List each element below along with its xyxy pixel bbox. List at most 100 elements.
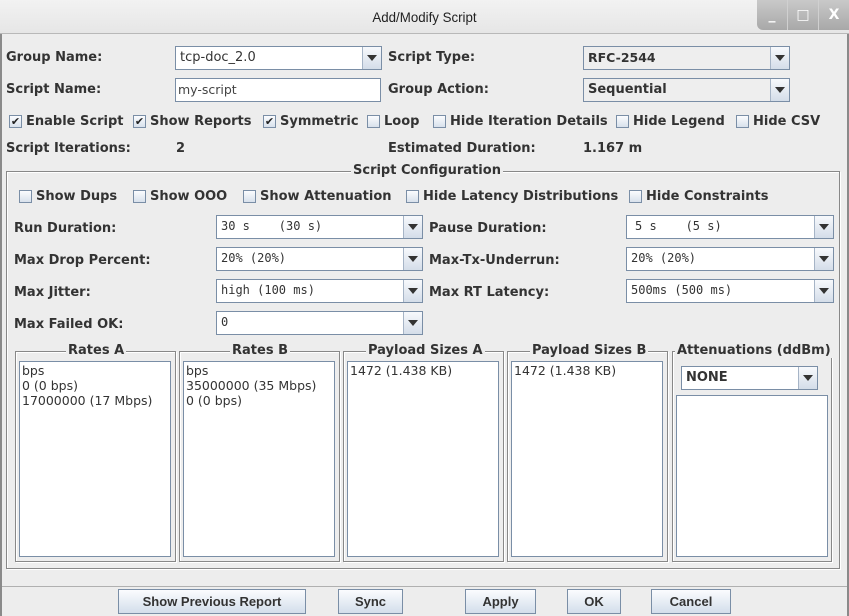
hide-csv-label: Hide CSV	[753, 114, 821, 129]
hide-csv-checkbox[interactable]: Hide CSV	[736, 114, 820, 129]
show-dups-label: Show Dups	[36, 189, 118, 204]
attenuations-list[interactable]	[676, 395, 828, 557]
run-duration-label: Run Duration:	[14, 221, 117, 236]
hide-latency-distributions-checkbox[interactable]: Hide Latency Distributions	[406, 189, 618, 204]
hide-legend-checkbox[interactable]: Hide Legend	[616, 114, 725, 129]
close-button[interactable]: X	[818, 0, 849, 30]
chevron-down-icon	[819, 256, 829, 262]
checkbox-box[interactable]	[133, 190, 146, 203]
checkbox-box[interactable]: ✔	[9, 115, 22, 128]
button-bar-divider	[2, 586, 847, 587]
rates-a-list[interactable]: bps 0 (0 bps) 17000000 (17 Mbps)	[19, 361, 171, 557]
show-ooo-checkbox[interactable]: Show OOO	[133, 189, 227, 204]
maximize-button[interactable]: □	[787, 0, 818, 30]
list-item[interactable]: bps	[186, 363, 332, 378]
loop-checkbox[interactable]: Loop	[367, 114, 419, 129]
show-attenuation-checkbox[interactable]: Show Attenuation	[243, 189, 392, 204]
script-type-combo[interactable]: RFC-2544	[583, 46, 790, 70]
max-tx-underrun-dropdown-button[interactable]	[814, 248, 833, 270]
list-item[interactable]: 1472 (1.438 KB)	[350, 363, 496, 378]
max-failed-ok-value[interactable]: 0	[217, 312, 403, 334]
pause-duration-combo[interactable]: 5 s (5 s)	[626, 215, 834, 239]
chevron-down-icon	[819, 224, 829, 230]
checkbox-box[interactable]	[243, 190, 256, 203]
enable-script-checkbox[interactable]: ✔ Enable Script	[9, 114, 123, 129]
list-item[interactable]: 35000000 (35 Mbps)	[186, 378, 332, 393]
payload-sizes-b-list[interactable]: 1472 (1.438 KB)	[511, 361, 663, 557]
chevron-down-icon	[803, 375, 813, 381]
run-duration-combo[interactable]: 30 s (30 s)	[216, 215, 423, 239]
payload-sizes-a-title: Payload Sizes A	[366, 343, 485, 358]
script-type-dropdown-button[interactable]	[770, 47, 789, 69]
estimated-duration-value: 1.167 m	[583, 141, 643, 156]
group-action-label: Group Action:	[388, 82, 489, 97]
pause-duration-value[interactable]: 5 s (5 s)	[627, 216, 814, 238]
cancel-button[interactable]: Cancel	[651, 589, 731, 614]
run-duration-dropdown-button[interactable]	[403, 216, 422, 238]
checkbox-box[interactable]	[616, 115, 629, 128]
checkbox-box[interactable]	[406, 190, 419, 203]
show-previous-report-button[interactable]: Show Previous Report	[118, 589, 306, 614]
symmetric-checkbox[interactable]: ✔ Symmetric	[263, 114, 359, 129]
window-controls: _ □ X	[757, 0, 849, 30]
list-item[interactable]: 17000000 (17 Mbps)	[22, 393, 168, 408]
checkbox-box[interactable]: ✔	[263, 115, 276, 128]
max-rt-latency-value[interactable]: 500ms (500 ms)	[627, 280, 814, 302]
title-bar: Add/Modify Script _ □ X	[0, 0, 849, 34]
sync-button[interactable]: Sync	[338, 589, 403, 614]
checkbox-box[interactable]	[629, 190, 642, 203]
checkbox-box[interactable]: ✔	[133, 115, 146, 128]
chevron-down-icon	[408, 224, 418, 230]
max-failed-ok-label: Max Failed OK:	[14, 317, 124, 332]
max-tx-underrun-value[interactable]: 20% (20%)	[627, 248, 814, 270]
list-item[interactable]: 0 (0 bps)	[22, 378, 168, 393]
max-rt-latency-combo[interactable]: 500ms (500 ms)	[626, 279, 834, 303]
max-failed-ok-dropdown-button[interactable]	[403, 312, 422, 334]
show-dups-checkbox[interactable]: Show Dups	[19, 189, 117, 204]
checkbox-box[interactable]	[19, 190, 32, 203]
max-drop-percent-dropdown-button[interactable]	[403, 248, 422, 270]
max-jitter-combo[interactable]: high (100 ms)	[216, 279, 423, 303]
max-jitter-value[interactable]: high (100 ms)	[217, 280, 403, 302]
max-jitter-dropdown-button[interactable]	[403, 280, 422, 302]
attenuations-dropdown-button[interactable]	[798, 367, 817, 389]
group-name-dropdown-button[interactable]	[362, 47, 381, 69]
group-action-combo[interactable]: Sequential	[583, 78, 790, 102]
group-name-combo[interactable]: tcp-doc_2.0	[175, 46, 382, 70]
payload-sizes-a-list[interactable]: 1472 (1.438 KB)	[347, 361, 499, 557]
list-item[interactable]: bps	[22, 363, 168, 378]
show-reports-checkbox[interactable]: ✔ Show Reports	[133, 114, 252, 129]
checkbox-box[interactable]	[736, 115, 749, 128]
hide-legend-label: Hide Legend	[633, 114, 725, 129]
max-drop-percent-combo[interactable]: 20% (20%)	[216, 247, 423, 271]
group-name-value[interactable]: tcp-doc_2.0	[176, 47, 362, 69]
check-icon: ✔	[10, 115, 21, 128]
script-type-label: Script Type:	[388, 50, 476, 65]
checkbox-box[interactable]	[367, 115, 380, 128]
group-action-dropdown-button[interactable]	[770, 79, 789, 101]
max-tx-underrun-label: Max-Tx-Underrun:	[429, 253, 560, 268]
max-tx-underrun-combo[interactable]: 20% (20%)	[626, 247, 834, 271]
max-rt-latency-dropdown-button[interactable]	[814, 280, 833, 302]
script-name-input[interactable]: my-script	[175, 78, 381, 102]
enable-script-label: Enable Script	[26, 114, 124, 129]
apply-button[interactable]: Apply	[465, 589, 536, 614]
pause-duration-dropdown-button[interactable]	[814, 216, 833, 238]
attenuations-combo[interactable]: NONE	[681, 366, 818, 390]
max-failed-ok-combo[interactable]: 0	[216, 311, 423, 335]
list-item[interactable]: 0 (0 bps)	[186, 393, 332, 408]
hide-constraints-checkbox[interactable]: Hide Constraints	[629, 189, 769, 204]
ok-button[interactable]: OK	[567, 589, 621, 614]
max-drop-percent-label: Max Drop Percent:	[14, 253, 151, 268]
run-duration-value[interactable]: 30 s (30 s)	[217, 216, 403, 238]
window-title: Add/Modify Script	[372, 9, 477, 25]
max-drop-percent-value[interactable]: 20% (20%)	[217, 248, 403, 270]
minimize-button[interactable]: _	[757, 0, 787, 30]
hide-iteration-details-checkbox[interactable]: Hide Iteration Details	[433, 114, 608, 129]
rates-b-list[interactable]: bps 35000000 (35 Mbps) 0 (0 bps)	[183, 361, 335, 557]
list-item[interactable]: 1472 (1.438 KB)	[514, 363, 660, 378]
attenuations-value[interactable]: NONE	[682, 367, 798, 389]
checkbox-box[interactable]	[433, 115, 446, 128]
loop-label: Loop	[384, 114, 420, 129]
hide-constraints-label: Hide Constraints	[646, 189, 769, 204]
